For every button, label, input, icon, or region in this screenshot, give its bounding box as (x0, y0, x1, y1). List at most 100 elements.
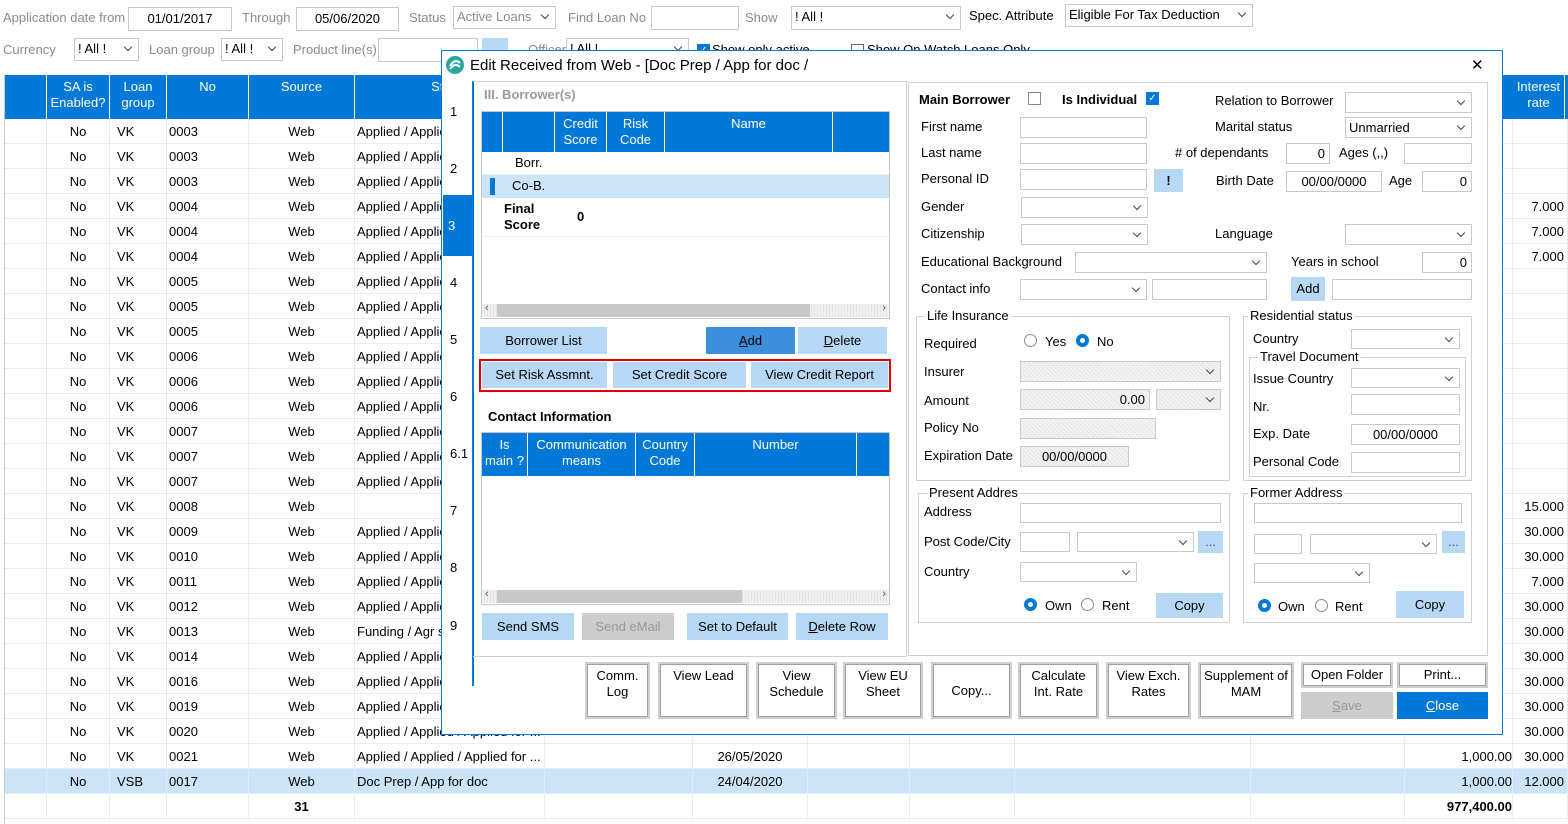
find-loan-input[interactable] (651, 6, 739, 30)
header-interest-rate[interactable]: Interest rate (1513, 75, 1565, 119)
show-dropdown[interactable]: ! All ! (791, 6, 961, 30)
cell-blank-0 (4, 244, 47, 269)
cell-no: 0007 (167, 444, 249, 469)
cell-blank-0 (4, 144, 47, 169)
cell-blank-0 (4, 569, 47, 594)
find-loan-label: Find Loan No (568, 10, 647, 25)
cell-blank-0 (4, 719, 47, 744)
cell-group: VK (110, 644, 167, 669)
cell-blank-0 (4, 644, 47, 669)
cell-sa: No (47, 744, 110, 769)
cell-rate (1513, 369, 1568, 394)
cell-sa: No (47, 694, 110, 719)
cell-blank-9 (910, 769, 1015, 794)
cell-blank-0 (4, 344, 47, 369)
cell-date: 26/05/2020 (693, 744, 808, 769)
cell-sa: No (47, 619, 110, 644)
cell-group: VK (110, 269, 167, 294)
cell-no: 0020 (167, 719, 249, 744)
nav-item-6-1[interactable]: 6.1 (450, 446, 468, 462)
cell-group: VK (110, 294, 167, 319)
through-date-input[interactable]: 05/06/2020 (296, 7, 399, 31)
app-date-from-input[interactable]: 01/01/2017 (128, 7, 232, 31)
cell-blank-0 (4, 744, 47, 769)
cell-blank-0 (4, 319, 47, 344)
cell-rate: 30.000 (1513, 594, 1568, 619)
loan-group-dropdown[interactable]: ! All ! (221, 38, 283, 61)
cell-no: 0005 (167, 319, 249, 344)
cell-sa: No (47, 644, 110, 669)
currency-label: Currency (3, 42, 56, 57)
dialog-title-bar[interactable]: Edit Received from Web - [Doc Prep / App… (442, 51, 1502, 81)
cell-group: VK (110, 569, 167, 594)
header-source[interactable]: Source (249, 75, 355, 119)
currency-dropdown[interactable]: ! All ! (74, 38, 139, 61)
spec-attribute-dropdown[interactable]: Eligible For Tax Deduction (1065, 4, 1253, 27)
cell-group: VK (110, 169, 167, 194)
cell-status: Doc Prep / App for doc (355, 769, 545, 794)
cell-no: 0006 (167, 394, 249, 419)
cell-rate (1513, 144, 1568, 169)
nav-item-3[interactable]: 3 (448, 218, 455, 234)
nav-item-9[interactable]: 9 (450, 618, 457, 634)
cell-source: Web (249, 719, 355, 744)
table-row[interactable]: No VK 0021 Web Applied / Applied / Applied f… (4, 744, 1568, 769)
table-total-row: 31 977,400.00 (4, 794, 1568, 819)
cell-group: VK (110, 369, 167, 394)
cell-blank-8 (808, 794, 910, 819)
cell-blank-8 (808, 769, 910, 794)
cell-rate: 30.000 (1513, 519, 1568, 544)
cell-source: Web (249, 169, 355, 194)
header-sa-enabled[interactable]: SA is Enabled? (47, 75, 110, 119)
nav-item-4[interactable]: 4 (450, 275, 457, 291)
cell-sa: No (47, 444, 110, 469)
cell-amount: 1,000.00 (1405, 744, 1513, 769)
cell-group: VK (110, 194, 167, 219)
cell-no: 0005 (167, 269, 249, 294)
cell-group: VK (110, 144, 167, 169)
cell-source: Web (249, 619, 355, 644)
close-icon[interactable]: ✕ (1471, 58, 1484, 74)
cell-no: 0006 (167, 344, 249, 369)
edit-received-dialog: Edit Received from Web - [Doc Prep / App… (441, 50, 1503, 735)
nav-item-5[interactable]: 5 (450, 332, 457, 348)
cell-blank-10 (1015, 794, 1251, 819)
cell-no: 0003 (167, 119, 249, 144)
status-dropdown[interactable]: Active Loans (453, 6, 556, 29)
show-label: Show (745, 10, 778, 25)
cell-group: VK (110, 719, 167, 744)
cell-sa: No (47, 294, 110, 319)
currency-value: ! All ! (78, 41, 107, 56)
cell-source: Web (249, 369, 355, 394)
cell-source: Web (249, 119, 355, 144)
cell-no: 0017 (167, 769, 249, 794)
cell-group: VK (110, 669, 167, 694)
nav-item-7[interactable]: 7 (450, 503, 457, 519)
header-no[interactable]: No (167, 75, 249, 119)
header-loan-group[interactable]: Loan group (110, 75, 167, 119)
cell-blank-11 (1251, 744, 1405, 769)
cell-blank-0 (4, 619, 47, 644)
spec-attribute-value: Eligible For Tax Deduction (1069, 7, 1220, 22)
through-label: Through (242, 10, 291, 25)
loan-group-value: ! All ! (225, 41, 254, 56)
nav-item-1[interactable]: 1 (450, 104, 457, 120)
cell-no: 0011 (167, 569, 249, 594)
cell-blank-0 (4, 769, 47, 794)
cell-source: Web (249, 744, 355, 769)
cell-no: 0003 (167, 169, 249, 194)
cell-rate: 30.000 (1513, 744, 1568, 769)
nav-item-8[interactable]: 8 (450, 560, 457, 576)
cell-no: 0007 (167, 419, 249, 444)
table-row-selected[interactable]: No VSB 0017 Web Doc Prep / App for doc 24/04/… (4, 769, 1568, 794)
cell-group: VK (110, 469, 167, 494)
cell-blank-0 (4, 794, 47, 819)
nav-item-2[interactable]: 2 (450, 161, 457, 177)
nav-item-6[interactable]: 6 (450, 389, 457, 405)
cell-sa: No (47, 219, 110, 244)
cell-source: Web (249, 294, 355, 319)
cell-group (110, 794, 167, 819)
cell-no: 0016 (167, 669, 249, 694)
cell-sa: No (47, 544, 110, 569)
product-lines-label: Product line(s) (293, 42, 377, 57)
